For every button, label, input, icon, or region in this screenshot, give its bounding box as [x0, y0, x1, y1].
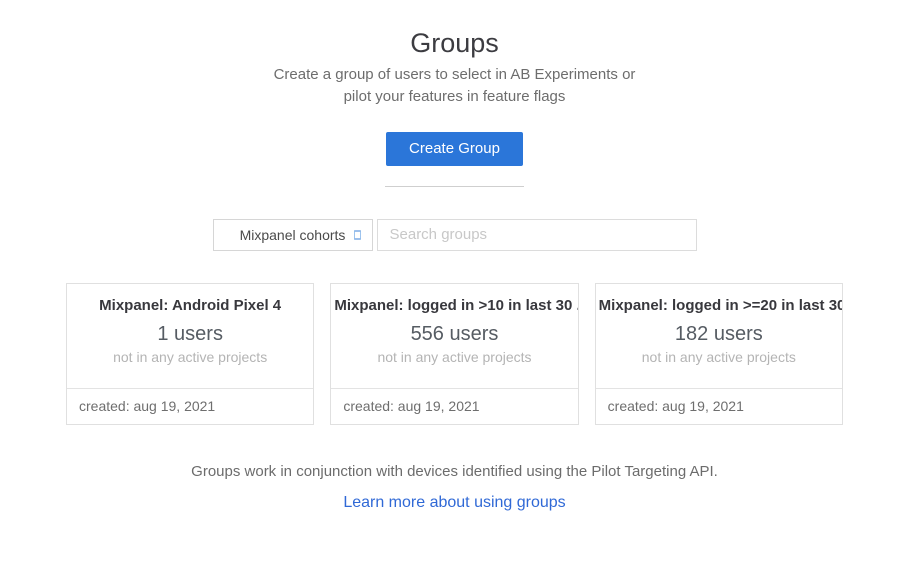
group-card-created-date: created: aug 19, 2021 [596, 388, 842, 424]
group-card[interactable]: Mixpanel: logged in >10 in last 30 ... 5… [330, 283, 578, 425]
groups-page: Groups Create a group of users to select… [0, 28, 909, 586]
group-card-created-date: created: aug 19, 2021 [67, 388, 313, 424]
group-card-title: Mixpanel: Android Pixel 4 [67, 297, 313, 314]
page-subtitle-line2: pilot your features in feature flags [0, 86, 909, 108]
groups-info-text: Groups work in conjunction with devices … [0, 463, 909, 480]
group-card-projects-status: not in any active projects [67, 349, 313, 365]
group-card[interactable]: Mixpanel: logged in >=20 in last 30... 1… [595, 283, 843, 425]
page-title: Groups [0, 28, 909, 59]
group-card[interactable]: Mixpanel: Android Pixel 4 1 users not in… [66, 283, 314, 425]
group-card-created-date: created: aug 19, 2021 [331, 388, 577, 424]
group-card-users-count: 556 users [331, 323, 577, 346]
section-divider [385, 186, 524, 187]
group-cards-row: Mixpanel: Android Pixel 4 1 users not in… [66, 283, 843, 425]
cohort-source-dropdown[interactable]: Mixpanel cohorts [213, 219, 373, 251]
group-card-body: Mixpanel: logged in >10 in last 30 ... 5… [331, 284, 577, 388]
group-card-users-count: 182 users [596, 323, 842, 346]
learn-more-link[interactable]: Learn more about using groups [343, 494, 565, 511]
footer-link-container: Learn more about using groups [0, 494, 909, 512]
create-group-button[interactable]: Create Group [386, 132, 523, 166]
group-card-projects-status: not in any active projects [331, 349, 577, 365]
group-card-body: Mixpanel: logged in >=20 in last 30... 1… [596, 284, 842, 388]
group-card-projects-status: not in any active projects [596, 349, 842, 365]
group-card-title: Mixpanel: logged in >=20 in last 30... [596, 297, 842, 314]
page-subtitle-line1: Create a group of users to select in AB … [0, 64, 909, 86]
cohort-source-dropdown-value: Mixpanel cohorts [240, 227, 346, 243]
group-card-body: Mixpanel: Android Pixel 4 1 users not in… [67, 284, 313, 388]
search-groups-input[interactable] [377, 219, 697, 251]
group-card-users-count: 1 users [67, 323, 313, 346]
page-subtitle: Create a group of users to select in AB … [0, 64, 909, 108]
dropdown-box-icon [354, 230, 361, 239]
group-card-title: Mixpanel: logged in >10 in last 30 ... [331, 297, 577, 314]
filter-controls-row: Mixpanel cohorts [0, 219, 909, 251]
